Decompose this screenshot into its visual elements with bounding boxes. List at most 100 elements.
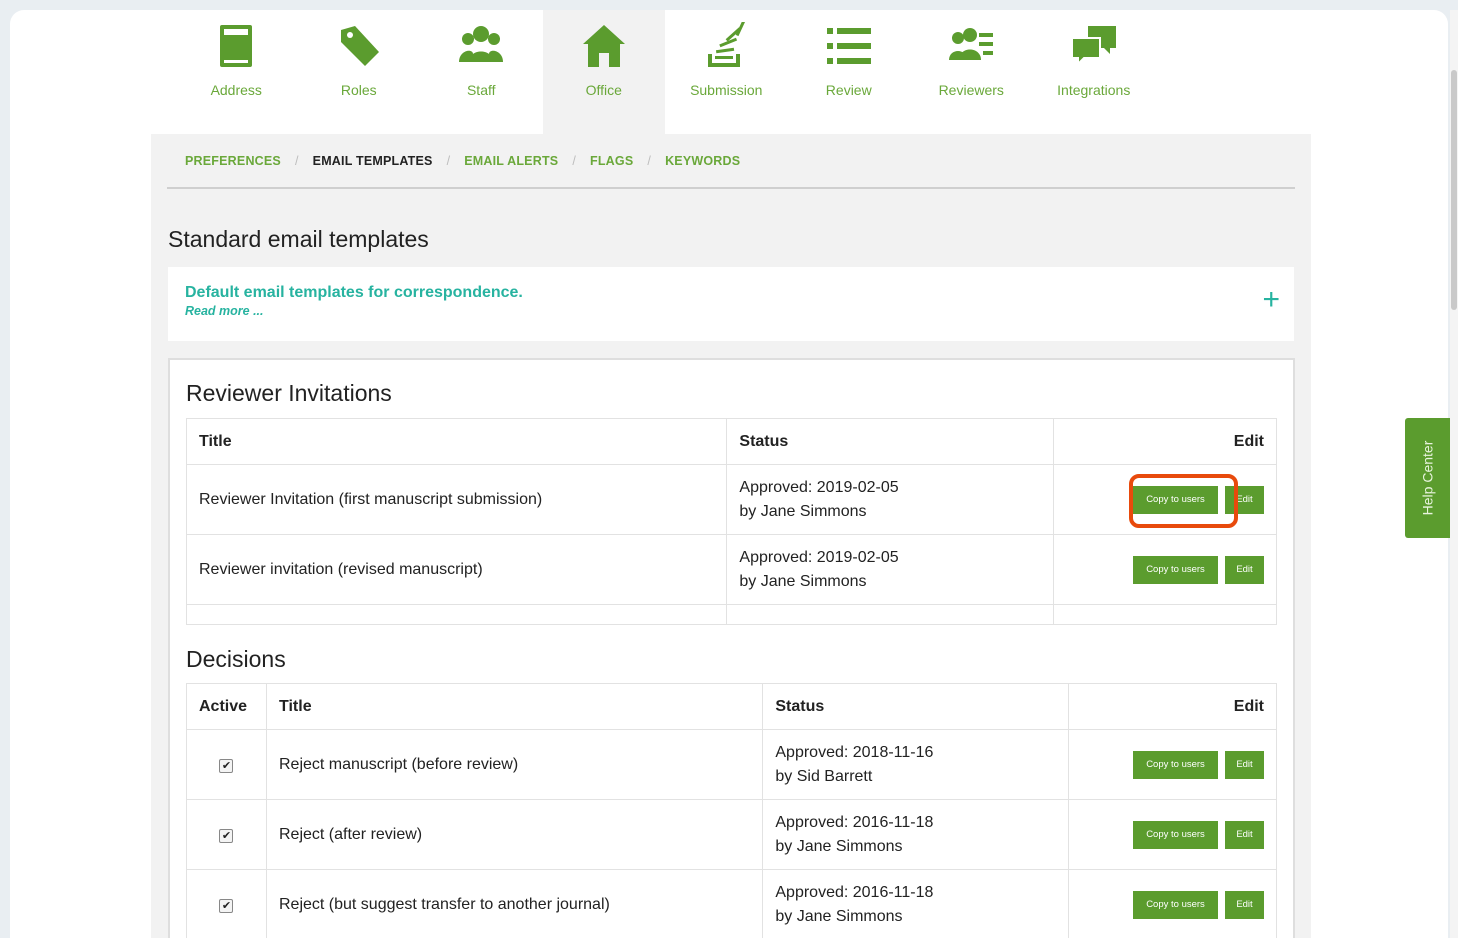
- active-checkbox[interactable]: ✔: [219, 828, 234, 843]
- breadcrumb-separator: /: [572, 153, 577, 168]
- scrollbar-thumb[interactable]: [1451, 70, 1457, 310]
- info-box: Default email templates for corresponden…: [168, 267, 1294, 341]
- reviewer-invitations-heading: Reviewer Invitations: [186, 380, 392, 406]
- template-title: Reject manuscript (before review): [265, 729, 764, 800]
- nav-item-integrations[interactable]: Integrations: [1033, 10, 1156, 134]
- table-row: ✔ Reject manuscript (before review) Appr…: [186, 729, 1277, 800]
- table-row: Reviewer invitation (revised manuscript)…: [185, 534, 1277, 605]
- active-cell: ✔: [186, 799, 267, 870]
- tab-email-alerts[interactable]: EMAIL ALERTS: [464, 154, 558, 168]
- status-date: Approved: 2016-11-18: [775, 883, 934, 901]
- template-status: Approved: 2019-02-05 by Jane Simmons: [726, 464, 1055, 535]
- expand-plus-icon[interactable]: +: [1262, 285, 1280, 315]
- nav-label: Reviewers: [938, 82, 1004, 98]
- nav-label: Roles: [340, 82, 377, 98]
- decisions-table: Active Title Status Edit ✔ Reject manusc…: [186, 683, 1277, 938]
- nav-label: Office: [585, 82, 622, 98]
- column-header-title: Title: [185, 418, 728, 465]
- group-icon: [453, 20, 509, 72]
- template-title: Reject (after review): [265, 799, 764, 870]
- nav-label: Submission: [690, 82, 763, 98]
- reviewer-invitations-table: Title Status Edit Reviewer Invitation (f…: [185, 418, 1277, 625]
- active-checkbox[interactable]: ✔: [219, 758, 234, 773]
- edit-button[interactable]: Edit: [1225, 555, 1264, 584]
- template-title: Reviewer Invitation (first manuscript su…: [185, 464, 728, 535]
- row-actions: Copy to users Edit: [1068, 799, 1277, 870]
- list-icon: [821, 20, 877, 72]
- status-approver: by Jane Simmons: [775, 907, 903, 925]
- status-date: Approved: 2016-11-18: [775, 813, 934, 831]
- address-book-icon: [208, 20, 264, 72]
- edit-button[interactable]: Edit: [1225, 820, 1264, 849]
- edit-button[interactable]: Edit: [1225, 890, 1264, 919]
- breadcrumb-separator: /: [446, 153, 451, 168]
- table-row-empty: [185, 604, 1277, 625]
- column-header-status: Status: [726, 418, 1055, 465]
- status-date: Approved: 2019-02-05: [739, 548, 899, 566]
- row-actions: Copy to users Edit: [1068, 869, 1277, 938]
- table-header-row: Active Title Status Edit: [186, 683, 1277, 730]
- nav-item-submission[interactable]: Submission: [665, 10, 788, 134]
- nav-label: Integrations: [1057, 82, 1131, 98]
- template-status: Approved: 2018-11-16 by Sid Barrett: [762, 729, 1070, 800]
- nav-item-address[interactable]: Address: [175, 10, 298, 134]
- nav-item-office[interactable]: Office: [542, 10, 665, 134]
- nav-label: Review: [825, 82, 872, 98]
- tag-icon: [331, 20, 387, 72]
- template-status: Approved: 2016-11-18 by Jane Simmons: [762, 799, 1070, 870]
- row-actions: Copy to users Edit: [1053, 534, 1277, 605]
- template-title: Reviewer invitation (revised manuscript): [185, 534, 728, 605]
- empty-cell: [1053, 604, 1277, 625]
- tab-preferences[interactable]: PREFERENCES: [185, 154, 281, 168]
- status-date: Approved: 2018-11-16: [775, 743, 934, 761]
- column-header-active: Active: [186, 683, 267, 730]
- nav-item-roles[interactable]: Roles: [298, 10, 421, 134]
- help-center-tab[interactable]: Help Center: [1405, 418, 1450, 538]
- active-checkbox[interactable]: ✔: [219, 898, 234, 913]
- home-icon: [576, 20, 632, 72]
- page: Address Roles Staff Office Submission Re…: [10, 10, 1448, 938]
- table-row: Reviewer Invitation (first manuscript su…: [185, 464, 1277, 535]
- copy-to-users-button[interactable]: Copy to users: [1133, 890, 1218, 919]
- breadcrumb-separator: /: [294, 153, 299, 168]
- submission-icon: [698, 20, 754, 72]
- page-title: Standard email templates: [168, 226, 429, 252]
- nav-item-reviewers[interactable]: Reviewers: [910, 10, 1033, 134]
- copy-to-users-button[interactable]: Copy to users: [1133, 750, 1218, 779]
- status-approver: by Jane Simmons: [739, 502, 867, 520]
- chat-icon: [1066, 20, 1122, 72]
- empty-cell: [185, 604, 728, 625]
- nav-item-review[interactable]: Review: [788, 10, 911, 134]
- template-status: Approved: 2016-11-18 by Jane Simmons: [762, 869, 1070, 938]
- copy-to-users-button[interactable]: Copy to users: [1133, 820, 1218, 849]
- table-row: ✔ Reject (but suggest transfer to anothe…: [186, 869, 1277, 938]
- status-approver: by Jane Simmons: [775, 837, 903, 855]
- status-approver: by Sid Barrett: [775, 767, 873, 785]
- template-status: Approved: 2019-02-05 by Jane Simmons: [726, 534, 1055, 605]
- active-cell: ✔: [186, 729, 267, 800]
- info-title: Default email templates for corresponden…: [185, 284, 523, 301]
- row-actions: Copy to users Edit: [1053, 464, 1277, 535]
- column-header-title: Title: [265, 683, 764, 730]
- column-header-edit: Edit: [1053, 418, 1277, 465]
- read-more-link[interactable]: Read more ...: [185, 304, 264, 318]
- edit-button[interactable]: Edit: [1225, 750, 1264, 779]
- nav-label: Staff: [466, 82, 496, 98]
- copy-to-users-button[interactable]: Copy to users: [1133, 485, 1218, 514]
- table-row: ✔ Reject (after review) Approved: 2016-1…: [186, 799, 1277, 870]
- help-center-label: Help Center: [1419, 440, 1436, 516]
- content-panel: PREFERENCES / EMAIL TEMPLATES / EMAIL AL…: [151, 134, 1311, 938]
- tab-keywords[interactable]: KEYWORDS: [665, 154, 740, 168]
- highlight-annotation: Copy to users: [1129, 473, 1238, 528]
- tab-flags[interactable]: FLAGS: [590, 154, 633, 168]
- active-cell: ✔: [186, 869, 267, 938]
- copy-to-users-button[interactable]: Copy to users: [1133, 555, 1218, 584]
- decisions-heading: Decisions: [186, 646, 286, 672]
- tab-email-templates[interactable]: EMAIL TEMPLATES: [313, 154, 433, 168]
- nav-item-staff[interactable]: Staff: [420, 10, 543, 134]
- column-header-status: Status: [762, 683, 1070, 730]
- nav-label: Address: [210, 82, 262, 98]
- reviewers-icon: [943, 20, 999, 72]
- breadcrumb: PREFERENCES / EMAIL TEMPLATES / EMAIL AL…: [167, 134, 1295, 189]
- row-actions: Copy to users Edit: [1068, 729, 1277, 800]
